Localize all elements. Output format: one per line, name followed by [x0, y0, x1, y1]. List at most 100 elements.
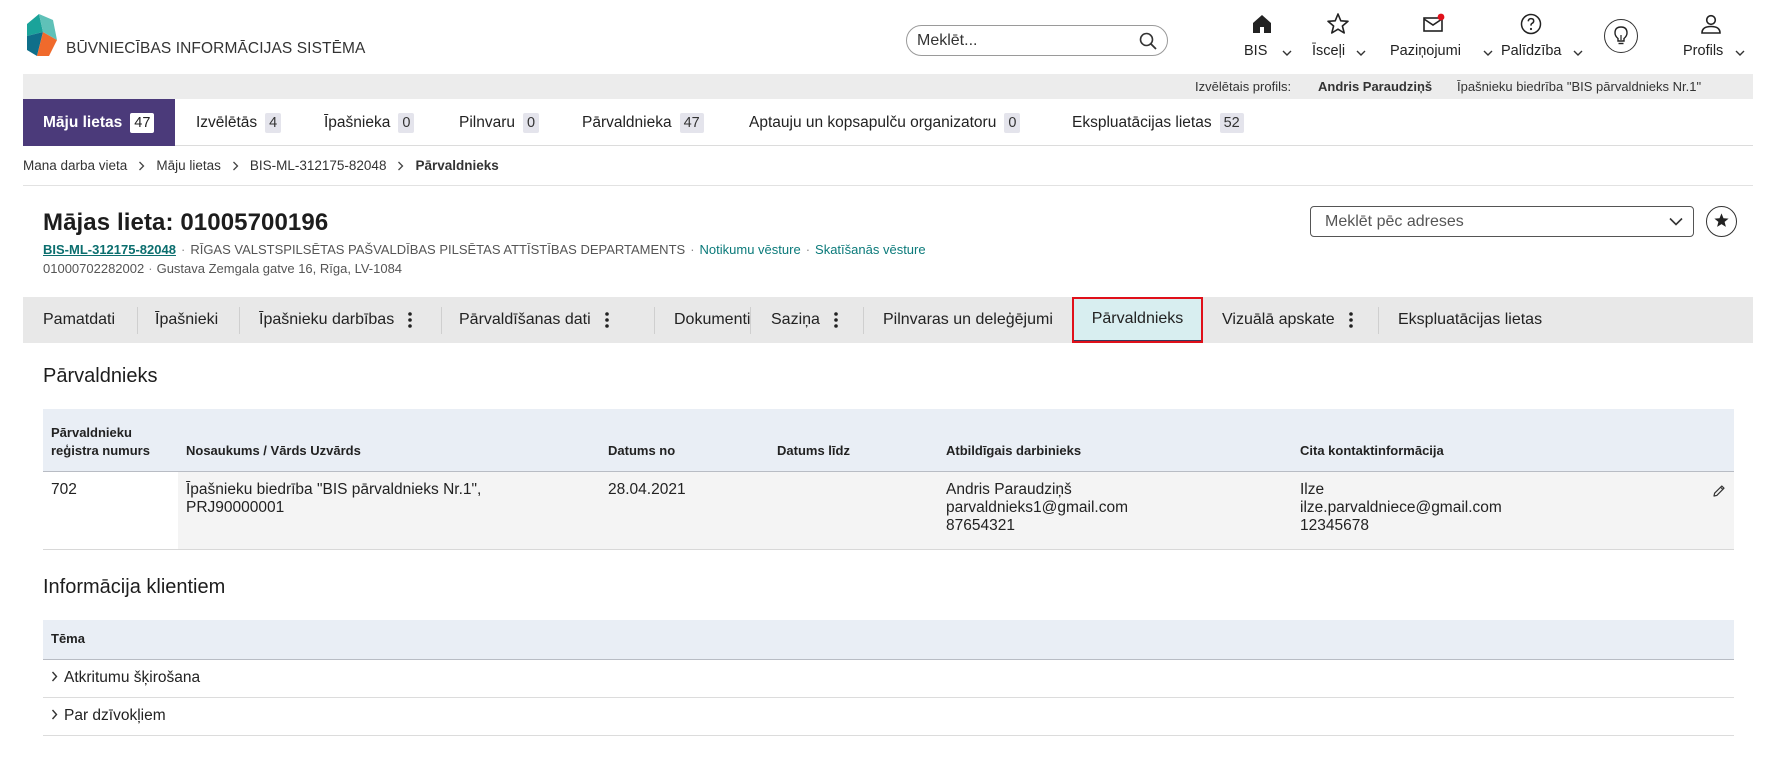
tab-label: Pilnvaru — [459, 113, 515, 131]
topic-row[interactable]: Par dzīvokļiem — [43, 697, 1734, 736]
tab-count-badge: 0 — [398, 112, 415, 133]
tab-pilnvaras-delegejumi[interactable]: Pilnvaras un deleģējumi — [883, 297, 1053, 343]
nav-shortcuts-label: Īsceļi — [1312, 43, 1346, 59]
address-search-select[interactable]: Meklēt pēc adreses — [1310, 206, 1694, 237]
nav-profile-label: Profils — [1683, 43, 1724, 59]
tab-pamatdati[interactable]: Pamatdati — [43, 297, 115, 343]
star-icon — [1327, 13, 1349, 34]
tab-vizuala-apskate[interactable]: Vizuālā apskate — [1222, 297, 1353, 343]
more-vertical-icon[interactable] — [408, 312, 413, 328]
idea-button[interactable] — [1604, 19, 1638, 53]
topic-label: Atkritumu šķirošana — [64, 669, 201, 686]
tab-pilnvaru[interactable]: Pilnvaru 0 — [459, 99, 540, 146]
selected-profile-name: Andris Paraudziņš — [1318, 79, 1433, 94]
table-header-row: Tēma — [43, 620, 1734, 660]
content-panel: Mājas lieta: 01005700196 BIS-ML-312175-8… — [23, 185, 1753, 765]
nav-help[interactable]: Palīdzība — [1501, 12, 1583, 62]
tab-divider — [137, 307, 138, 334]
tab-parvaldnieka[interactable]: Pārvaldnieka 47 — [582, 99, 704, 146]
tab-maju-lietas[interactable]: Māju lietas 47 — [23, 99, 175, 146]
nav-shortcuts[interactable]: Īsceļi — [1312, 12, 1366, 62]
selected-profile-label: Izvēlētais profils: — [1195, 79, 1292, 94]
tab-label: Māju lietas — [43, 113, 123, 131]
star-icon — [1714, 213, 1729, 227]
tab-divider — [750, 307, 751, 334]
more-vertical-icon[interactable] — [1348, 312, 1353, 328]
global-search[interactable] — [906, 25, 1168, 56]
tab-sazina[interactable]: Saziņa — [771, 297, 838, 343]
breadcrumb-item[interactable]: Māju lietas — [156, 158, 221, 173]
tab-label: Aptauju un kopsapulču organizatoru — [749, 113, 997, 131]
tab-ekspluatacijas-lietas[interactable]: Ekspluatācijas lietas 52 — [1072, 99, 1244, 146]
cell-other-contacts: Ilze ilze.parvaldniece@gmail.com 1234567… — [1292, 471, 1734, 550]
tab-izveletas[interactable]: Izvēlētās 4 — [196, 99, 282, 146]
favorite-button[interactable] — [1706, 206, 1737, 237]
tab-count-badge: 4 — [265, 112, 282, 133]
cell-name-line2: PRJ90000001 — [186, 498, 285, 516]
tab-divider — [1378, 307, 1379, 334]
tab-dokumenti[interactable]: Dokumenti — [654, 297, 750, 343]
tab-label: Vizuālā apskate — [1222, 311, 1335, 328]
more-vertical-icon[interactable] — [834, 312, 838, 328]
cell-name: Īpašnieku biedrība "BIS pārvaldnieks Nr.… — [178, 471, 600, 550]
chevron-right-icon — [139, 161, 145, 170]
nav-notifications-label: Paziņojumi — [1390, 43, 1461, 59]
breadcrumb-item[interactable]: BIS-ML-312175-82048 — [250, 158, 387, 173]
cell-reg-number: 702 — [43, 471, 178, 550]
table-row: 702 Īpašnieku biedrība "BIS pārvaldnieks… — [43, 471, 1734, 550]
department-name: RĪGAS VALSTSPILSĒTAS PAŠVALDĪBAS PILSĒTA… — [190, 242, 686, 257]
tab-ipasnieki[interactable]: Īpašnieki — [155, 297, 218, 343]
contact-phone: 12345678 — [1300, 516, 1369, 534]
nav-bis[interactable]: BIS — [1240, 12, 1292, 62]
breadcrumb-item[interactable]: Mana darba vieta — [23, 158, 127, 173]
chevron-right-icon[interactable] — [51, 671, 58, 682]
tab-parvaldisanas-dati[interactable]: Pārvaldīšanas dati — [459, 297, 609, 343]
home-icon — [1253, 15, 1271, 33]
top-header: BŪVNIECĪBAS INFORMĀCIJAS SISTĒMA BIS Īsc… — [0, 0, 1770, 74]
tab-label: Pārvaldnieka — [582, 113, 672, 131]
col-responsible: Atbildīgais darbinieks — [938, 409, 1292, 472]
edit-pencil-icon[interactable] — [1712, 484, 1726, 498]
case-id-link[interactable]: BIS-ML-312175-82048 — [43, 242, 176, 257]
selected-profile-organization: Īpašnieku biedrība "BIS pārvaldnieks Nr.… — [1457, 79, 1702, 94]
chevron-down-icon — [1735, 50, 1745, 56]
more-vertical-icon[interactable] — [604, 312, 609, 328]
search-icon[interactable] — [1139, 32, 1157, 50]
tab-parvaldnieks[interactable]: Pārvaldnieks — [1072, 297, 1203, 343]
lightbulb-icon — [1614, 26, 1628, 45]
col-reg-number-line2: reģistra numurs — [51, 442, 150, 458]
topic-cell[interactable]: Par dzīvokļiem — [43, 697, 1734, 736]
nav-bis-label: BIS — [1244, 43, 1268, 59]
chevron-right-icon[interactable] — [51, 709, 58, 720]
tab-ipasnieku-darbibas[interactable]: Īpašnieku darbības — [259, 297, 413, 343]
responsible-name: Andris Paraudziņš — [946, 480, 1072, 498]
tab-ekspluatacijas-lietas-sub[interactable]: Ekspluatācijas lietas — [1398, 297, 1542, 343]
col-reg-number: Pārvaldnieku reģistra numurs — [43, 409, 178, 472]
case-address: Gustava Zemgala gatve 16, Rīga, LV-1084 — [156, 261, 403, 276]
manager-table: Pārvaldnieku reģistra numurs Nosaukums /… — [43, 409, 1734, 550]
chevron-down-icon — [1669, 217, 1683, 226]
search-input[interactable] — [917, 31, 1127, 51]
tab-aptauju-organizatoru[interactable]: Aptauju un kopsapulču organizatoru 0 — [749, 99, 1021, 146]
case-meta: BIS-ML-312175-82048 · RĪGAS VALSTSPILSĒTAS… — [43, 242, 926, 257]
cell-name-line1: Īpašnieku biedrība "BIS pārvaldnieks Nr.… — [186, 480, 482, 498]
bis-logo-icon[interactable] — [27, 14, 61, 56]
brand-name[interactable]: BŪVNIECĪBAS INFORMĀCIJAS SISTĒMA — [66, 40, 365, 58]
nav-notifications[interactable]: Paziņojumi — [1390, 12, 1493, 62]
chevron-down-icon — [1573, 50, 1583, 56]
cell-date-to — [769, 471, 938, 550]
tab-label: Īpašnieki — [155, 311, 219, 328]
tab-ipasnieka[interactable]: Īpašnieka 0 — [324, 99, 415, 146]
topic-row[interactable]: Atkritumu šķirošana — [43, 659, 1734, 698]
tab-divider — [441, 307, 442, 334]
tab-label: Īpašnieku darbības — [259, 311, 395, 328]
nav-profile[interactable]: Profils — [1683, 12, 1745, 62]
col-reg-number-line1: Pārvaldnieku — [51, 424, 132, 440]
client-info-table: Tēma Atkritumu šķirošana Par dzīvokļiem — [43, 620, 1734, 736]
view-history-link[interactable]: Skatīšanās vēsture — [815, 242, 926, 257]
event-history-link[interactable]: Notikumu vēsture — [700, 242, 801, 257]
topic-cell[interactable]: Atkritumu šķirošana — [43, 659, 1734, 698]
responsible-email: parvaldnieks1@gmail.com — [946, 498, 1129, 516]
case-address-line: 01000702282002 · Gustava Zemgala gatve 16,… — [43, 261, 403, 276]
tab-divider — [239, 307, 240, 334]
